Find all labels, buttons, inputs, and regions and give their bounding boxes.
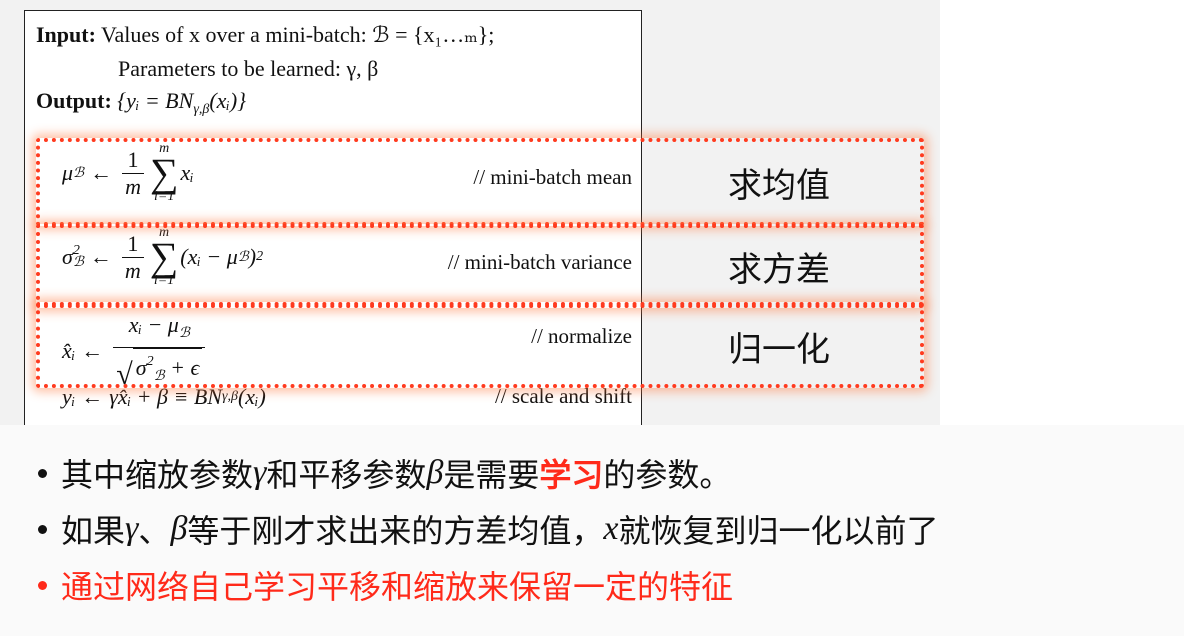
note-3: 通过网络自己学习平移和缩放来保留一定的特征 bbox=[38, 562, 733, 608]
output-label: Output: bbox=[36, 88, 112, 113]
mean-label: 求均值 bbox=[728, 166, 830, 206]
normalize-comment: // normalize bbox=[531, 324, 632, 348]
input-label: Input: bbox=[36, 22, 96, 47]
note-2: 如果 γ、 β 等于刚才求出来的方差均值， x 就恢复到归一化以前了 bbox=[38, 506, 939, 552]
variance-label: 求方差 bbox=[728, 250, 830, 290]
params-text: Parameters to be learned: γ, β bbox=[118, 56, 379, 81]
note-1: 其中缩放参数 γ 和平移参数 β 是需要 学习 的参数。 bbox=[38, 450, 731, 496]
normalize-formula: x̂ᵢ ← xᵢ − μℬ √ σ2ℬ + ϵ bbox=[62, 312, 209, 390]
mean-formula: μℬ ← 1m m ∑ i=1 xᵢ bbox=[62, 141, 194, 204]
scale-shift-formula: yᵢ ← γx̂ᵢ + β ≡ BN γ,β (xᵢ) bbox=[62, 384, 266, 409]
variance-formula: σ2ℬ ← 1m m ∑ i=1 (xᵢ − μ ℬ) 2 bbox=[62, 225, 264, 288]
bullet-icon bbox=[38, 468, 47, 478]
mean-comment: // mini-batch mean bbox=[473, 165, 632, 189]
normalize-label: 归一化 bbox=[728, 330, 830, 370]
params-line: Parameters to be learned: γ, β bbox=[118, 56, 378, 82]
input-line: Input: Values of x over a mini-batch: ℬ … bbox=[36, 22, 494, 48]
input-text: Values of x over a mini-batch: ℬ = {x₁…ₘ… bbox=[101, 22, 495, 47]
learn-highlight: 学习 bbox=[539, 456, 604, 494]
variance-comment: // mini-batch variance bbox=[447, 250, 632, 274]
bullet-icon bbox=[38, 524, 47, 534]
output-line: Output: {yᵢ = BNγ,β(xᵢ)} bbox=[36, 88, 246, 118]
bullet-icon bbox=[38, 580, 47, 590]
scale-shift-comment: // scale and shift bbox=[494, 384, 632, 408]
output-formula: {yᵢ = BNγ,β(xᵢ)} bbox=[117, 88, 247, 117]
